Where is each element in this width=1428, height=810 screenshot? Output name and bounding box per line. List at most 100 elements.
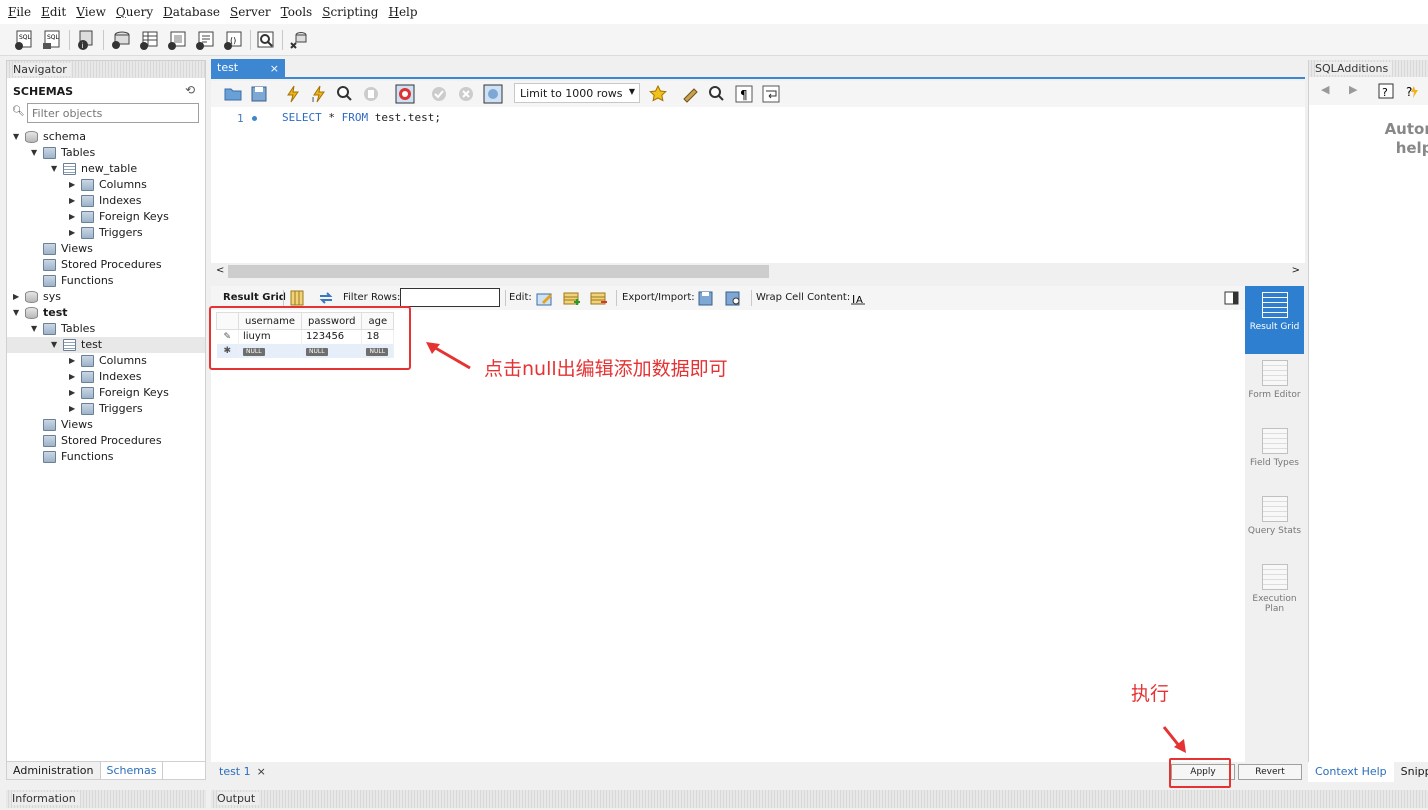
- side-result-grid[interactable]: Result Grid: [1245, 286, 1304, 354]
- sql-editor[interactable]: 1 SELECT * FROM test.test;: [211, 107, 1305, 263]
- delete-row-icon[interactable]: [590, 290, 608, 306]
- tree-item-foreign-keys[interactable]: ▶ Foreign Keys: [69, 385, 169, 401]
- collapse-arrow-icon[interactable]: ▶: [69, 193, 79, 209]
- word-wrap-icon[interactable]: [761, 84, 781, 104]
- autocommit-icon[interactable]: [483, 84, 503, 104]
- forward-icon[interactable]: ▶: [1349, 83, 1357, 96]
- beautify-icon[interactable]: [681, 84, 701, 104]
- find-icon[interactable]: [707, 84, 727, 104]
- grid-columns-icon[interactable]: [289, 290, 307, 306]
- menu-server[interactable]: Server: [230, 5, 271, 19]
- tree-item-columns[interactable]: ▶ Columns: [69, 177, 147, 193]
- expand-arrow-icon[interactable]: ▼: [13, 129, 23, 145]
- invisible-chars-icon[interactable]: ¶: [734, 84, 754, 104]
- back-icon[interactable]: ◀: [1321, 83, 1329, 96]
- close-tab-icon[interactable]: ×: [270, 62, 279, 75]
- collapse-arrow-icon[interactable]: ▶: [69, 353, 79, 369]
- new-sql-tab-icon[interactable]: SQL: [13, 29, 35, 51]
- tab-administration[interactable]: Administration: [7, 762, 100, 779]
- explain-icon[interactable]: [335, 84, 355, 104]
- open-folder-icon[interactable]: [223, 84, 243, 104]
- result-tab-test1[interactable]: test 1 ×: [219, 765, 266, 778]
- sql-statement[interactable]: SELECT * FROM test.test;: [282, 111, 441, 124]
- wrap-cell-icon[interactable]: IA: [849, 290, 867, 306]
- tree-item-views[interactable]: Views: [31, 241, 93, 257]
- expand-arrow-icon[interactable]: ▼: [31, 145, 41, 161]
- tab-schemas[interactable]: Schemas: [99, 762, 164, 779]
- menu-file[interactable]: File: [8, 5, 31, 19]
- collapse-arrow-icon[interactable]: ▶: [69, 209, 79, 225]
- inspector-icon[interactable]: i: [75, 29, 97, 51]
- side-execution-plan[interactable]: Execution Plan: [1245, 564, 1304, 614]
- tab-context-help[interactable]: Context Help: [1308, 762, 1394, 782]
- collapse-arrow-icon[interactable]: ▶: [69, 225, 79, 241]
- tree-item-test[interactable]: ▼ test: [13, 305, 68, 321]
- stop-icon[interactable]: [361, 84, 381, 104]
- refresh-schemas-icon[interactable]: ⟲: [185, 83, 195, 97]
- tree-item-tables[interactable]: ▼ Tables: [31, 145, 95, 161]
- side-form-editor[interactable]: Form Editor: [1245, 360, 1304, 400]
- tree-item-functions[interactable]: Functions: [31, 449, 114, 465]
- tree-item-columns[interactable]: ▶ Columns: [69, 353, 147, 369]
- tree-item-test[interactable]: ▼ test: [7, 337, 205, 353]
- collapse-arrow-icon[interactable]: ▶: [69, 401, 79, 417]
- close-icon[interactable]: ×: [257, 765, 266, 778]
- execute-icon[interactable]: [283, 84, 303, 104]
- manual-help-icon[interactable]: ?: [1377, 82, 1395, 100]
- create-schema-icon[interactable]: [110, 29, 132, 51]
- tree-item-tables[interactable]: ▼ Tables: [31, 321, 95, 337]
- scroll-left-icon[interactable]: <: [216, 265, 224, 276]
- tree-item-schema[interactable]: ▼ schema: [13, 129, 86, 145]
- refresh-results-icon[interactable]: [317, 290, 335, 306]
- toggle-stop-on-error-icon[interactable]: [395, 84, 415, 104]
- collapse-arrow-icon[interactable]: ▶: [69, 385, 79, 401]
- query-tab-test[interactable]: test ×: [211, 59, 285, 79]
- save-icon[interactable]: [249, 84, 269, 104]
- menu-view[interactable]: View: [76, 5, 106, 19]
- menu-edit[interactable]: Edit: [41, 5, 66, 19]
- editor-horizontal-scrollbar[interactable]: < >: [211, 263, 1305, 280]
- tree-item-new_table[interactable]: ▼ new_table: [51, 161, 137, 177]
- tree-item-stored-procedures[interactable]: Stored Procedures: [31, 257, 162, 273]
- create-function-icon[interactable]: (): [222, 29, 244, 51]
- filter-objects-input[interactable]: [27, 103, 199, 123]
- menu-tools[interactable]: Tools: [281, 5, 313, 19]
- menu-scripting[interactable]: Scripting: [322, 5, 378, 19]
- tree-item-stored-procedures[interactable]: Stored Procedures: [31, 433, 162, 449]
- insert-row-icon[interactable]: [563, 290, 581, 306]
- menu-help[interactable]: Help: [388, 5, 417, 19]
- create-procedure-icon[interactable]: [194, 29, 216, 51]
- expand-arrow-icon[interactable]: ▼: [31, 321, 41, 337]
- limit-rows-select[interactable]: Limit to 1000 rows ▼: [514, 83, 640, 103]
- collapse-arrow-icon[interactable]: ▶: [69, 369, 79, 385]
- export-icon[interactable]: [697, 290, 715, 306]
- import-icon[interactable]: [724, 290, 742, 306]
- create-view-icon[interactable]: [166, 29, 188, 51]
- menu-query[interactable]: Query: [116, 5, 153, 19]
- auto-help-icon[interactable]: ?: [1405, 82, 1423, 100]
- open-sql-file-icon[interactable]: SQL: [41, 29, 63, 51]
- add-snippet-icon[interactable]: [648, 84, 668, 104]
- tree-item-indexes[interactable]: ▶ Indexes: [69, 193, 141, 209]
- side-query-stats[interactable]: Query Stats: [1245, 496, 1304, 536]
- filter-rows-input[interactable]: [400, 288, 500, 307]
- expand-arrow-icon[interactable]: ▼: [51, 337, 61, 353]
- tree-item-sys[interactable]: ▶ sys: [13, 289, 61, 305]
- tree-item-foreign-keys[interactable]: ▶ Foreign Keys: [69, 209, 169, 225]
- rollback-icon[interactable]: [456, 84, 476, 104]
- revert-button[interactable]: Revert: [1238, 764, 1302, 780]
- scroll-right-icon[interactable]: >: [1292, 265, 1300, 276]
- toggle-side-panel-icon[interactable]: [1223, 290, 1241, 306]
- create-table-icon[interactable]: [138, 29, 160, 51]
- tree-item-indexes[interactable]: ▶ Indexes: [69, 369, 141, 385]
- tree-item-triggers[interactable]: ▶ Triggers: [69, 401, 143, 417]
- collapse-arrow-icon[interactable]: ▶: [13, 289, 23, 305]
- commit-icon[interactable]: [429, 84, 449, 104]
- reconnect-icon[interactable]: [288, 29, 310, 51]
- side-field-types[interactable]: Field Types: [1245, 428, 1304, 468]
- menu-database[interactable]: Database: [163, 5, 220, 19]
- scroll-thumb[interactable]: [228, 265, 769, 278]
- execute-current-icon[interactable]: I: [309, 84, 329, 104]
- tree-item-functions[interactable]: Functions: [31, 273, 114, 289]
- tree-item-triggers[interactable]: ▶ Triggers: [69, 225, 143, 241]
